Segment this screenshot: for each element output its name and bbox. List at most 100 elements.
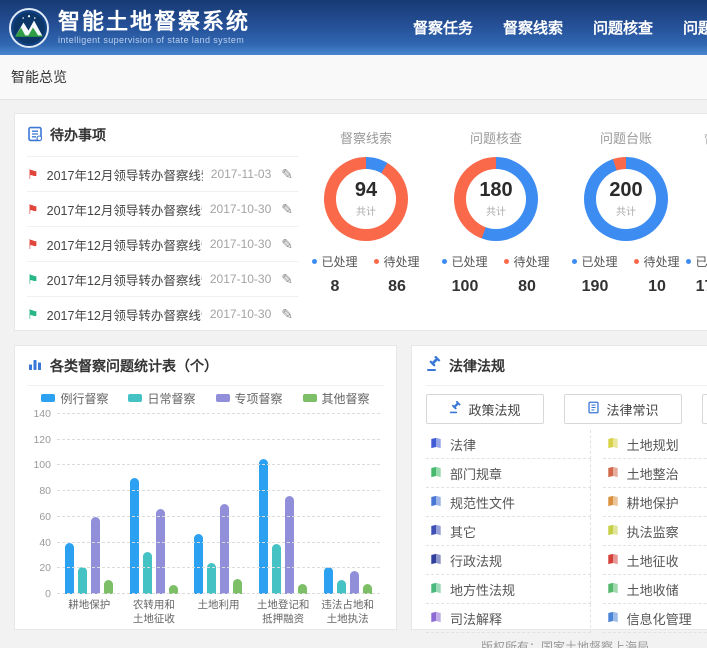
legal-item-label: 执法监察 (627, 522, 679, 541)
edit-icon[interactable]: ✎ (281, 306, 293, 323)
legend-dot-icon (686, 259, 691, 264)
legal-item-label: 土地整治 (627, 464, 679, 483)
book-icon (607, 466, 619, 481)
legend-swatch-icon (216, 394, 230, 402)
stat-total-label: 共计 (356, 203, 376, 218)
flag-icon: ⚑ (27, 308, 39, 321)
stat-total-value: 94 (355, 180, 377, 200)
page: 智能土地督察系统 intelligent supervision of stat… (0, 0, 707, 648)
nav-item-4[interactable]: 问题台账 (683, 17, 707, 38)
app-subtitle: intelligent supervision of state land sy… (58, 35, 250, 45)
bar (156, 509, 165, 594)
page-title: 智能总览 (0, 55, 707, 100)
gridline (57, 593, 380, 594)
legal-item[interactable]: 耕地保护 (603, 488, 707, 517)
legal-tab-1[interactable]: 政策法规 (426, 394, 544, 424)
stat-pending-value: 80 (504, 278, 550, 296)
nav-item-3[interactable]: 问题核查 (593, 17, 653, 38)
stats-panel: 督察线索94共计已处理8待处理86问题核查180共计已处理100待处理80问题台… (301, 114, 707, 330)
legal-item[interactable]: 土地征收 (603, 546, 707, 575)
legal-tab-2[interactable]: 法律常识 (564, 394, 682, 424)
nav-item-2[interactable]: 督察线索 (503, 17, 563, 38)
donut-center: 94 共计 (336, 169, 396, 229)
y-axis-tick-label: 80 (27, 485, 51, 497)
stat-1: 督察线索94共计已处理8待处理86 (301, 128, 431, 330)
legal-item[interactable]: 行政法规 (426, 546, 591, 575)
flag-icon: ⚑ (27, 273, 39, 286)
todo-item[interactable]: ⚑2017年12月领导转办督察线索2017-11-03✎ (27, 156, 299, 191)
label-text: 待处理 (383, 253, 419, 270)
book-icon (430, 437, 442, 452)
bar-chart-card: 各类督察问题统计表（个） 例行督察日常督察专项督察其他督察 0204060801… (14, 345, 397, 630)
gridline (57, 464, 380, 465)
legal-item-label: 信息化管理 (627, 609, 692, 628)
donut-chart: 180共计 (454, 157, 538, 241)
stat-processed: 已处理100 (442, 253, 488, 296)
stat-pending-label: 待处理 (504, 253, 550, 270)
legal-item[interactable]: 信息化管理 (603, 604, 707, 633)
stat-processed-value: 175 (686, 278, 707, 296)
legal-item[interactable]: 土地整治 (603, 459, 707, 488)
nav-item-1[interactable]: 督察任务 (413, 17, 473, 38)
bar (91, 517, 100, 594)
stat-processed: 已处理8 (312, 253, 358, 296)
todo-item[interactable]: ⚑2017年12月领导转办督察线索2017-10-30✎ (27, 261, 299, 296)
donut-chart: 94 共计 (324, 157, 408, 241)
edit-icon[interactable]: ✎ (281, 236, 293, 253)
legal-item[interactable]: 规范性文件 (426, 488, 591, 517)
legal-item-label: 行政法规 (450, 551, 502, 570)
legend-item[interactable]: 专项督察 (216, 391, 283, 405)
y-axis-tick-label: 20 (27, 562, 51, 574)
legal-item-label: 其它 (450, 522, 476, 541)
legal-item[interactable]: 法律 (426, 430, 591, 459)
stat-processed-value: 100 (442, 278, 488, 296)
legal-item[interactable]: 地方性法规 (426, 575, 591, 604)
legal-item[interactable]: 其它 (426, 517, 591, 546)
book-icon (430, 611, 442, 626)
bar (272, 544, 281, 594)
book-icon (430, 582, 442, 597)
donut-center: 180共计 (466, 169, 526, 229)
todo-item[interactable]: ⚑2017年12月领导转办督察线索2017-10-30✎ (27, 191, 299, 226)
legend-item[interactable]: 其他督察 (303, 391, 370, 405)
book-icon (587, 401, 600, 417)
edit-icon[interactable]: ✎ (281, 166, 293, 183)
edit-icon[interactable]: ✎ (281, 201, 293, 218)
legal-tab-3[interactable] (702, 394, 707, 424)
book-icon (607, 553, 619, 568)
book-icon (430, 553, 442, 568)
stat-pending-value: 86 (374, 278, 420, 296)
stat-title: 问题核查 (431, 128, 561, 147)
legal-item[interactable]: 土地规划 (603, 430, 707, 459)
gridline (57, 490, 380, 491)
app-header: 智能土地督察系统 intelligent supervision of stat… (0, 0, 707, 55)
legend-item[interactable]: 日常督察 (128, 391, 195, 405)
legend-label: 专项督察 (235, 390, 283, 407)
stat-total-value: 200 (609, 180, 642, 200)
gavel-icon (449, 401, 462, 417)
app-logo: 智能土地督察系统 intelligent supervision of stat… (0, 8, 250, 48)
legal-item[interactable]: 司法解释 (426, 604, 591, 633)
legal-item[interactable]: 执法监察 (603, 517, 707, 546)
stat-pending-label: 待处理 (374, 253, 420, 270)
bar-chart-plot: 020406080100120140 耕地保护农转用和 土地征收土地利用土地登记… (57, 414, 380, 626)
todo-item-date: 2017-10-30 (210, 272, 271, 286)
app-title: 智能土地督察系统 (58, 10, 250, 34)
stat-total-label: 共计 (486, 203, 506, 218)
y-axis-tick-label: 60 (27, 511, 51, 523)
edit-icon[interactable]: ✎ (281, 271, 293, 288)
stat-total-label: 共计 (616, 203, 636, 218)
bar (78, 567, 87, 594)
legal-item-label: 耕地保护 (627, 493, 679, 512)
todo-and-stats-card: 待办事项 ⚑2017年12月领导转办督察线索2017-11-03✎⚑2017年1… (14, 113, 707, 331)
todo-item[interactable]: ⚑2017年12月领导转办督察线索2017-10-30✎ (27, 226, 299, 261)
legal-tab-label: 政策法规 (468, 400, 520, 419)
legal-tab-label: 法律常识 (606, 400, 658, 419)
legend-item[interactable]: 例行督察 (41, 391, 108, 405)
legal-item-label: 法律 (450, 435, 476, 454)
todo-item[interactable]: ⚑2017年12月领导转办督察线索2017-10-30✎ (27, 296, 299, 331)
legal-item[interactable]: 部门规章 (426, 459, 591, 488)
legal-item-label: 司法解释 (450, 609, 502, 628)
legal-item[interactable]: 土地收储 (603, 575, 707, 604)
legal-items-grid: 法律 土地规划 部门规章 土地整治 规范性文件 耕地保护 其它 执法监察 行政法… (426, 430, 707, 633)
